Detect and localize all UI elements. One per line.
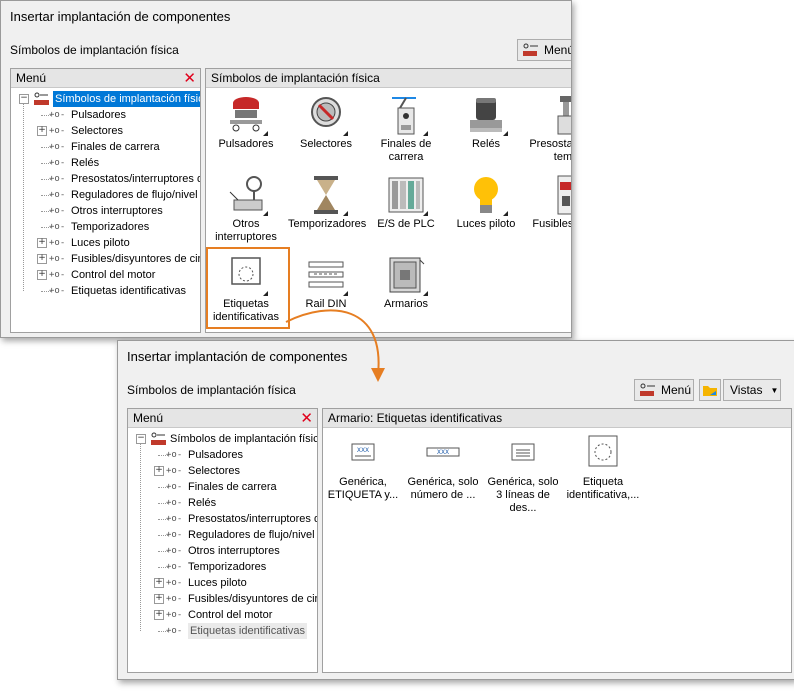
callout-arrow: [285, 309, 385, 382]
